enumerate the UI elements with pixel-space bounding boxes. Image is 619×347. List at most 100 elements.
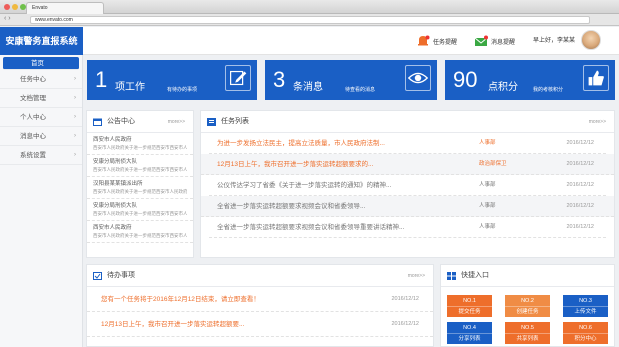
todo-panel: 待办事项 more>> 您有一个任务将于2016年12月12日结束，请立即查看！… xyxy=(86,264,434,347)
todo-more-link[interactable]: more>> xyxy=(408,265,425,287)
notice-item-desc: 西安市人民政府关于进一步规范西安市西安市人民政府 xyxy=(93,233,187,238)
chevron-right-icon: › xyxy=(74,133,76,139)
task-title[interactable]: 公仪传达学习了省委《关于进一步落实运转的通知》的精神... xyxy=(217,175,437,196)
list-icon xyxy=(207,118,216,126)
app-logo[interactable]: 安康警务直报系统 xyxy=(0,27,83,55)
stat-number: 1 xyxy=(95,67,108,92)
stat-card-tasks[interactable]: 1 项工作 有待办的事项 xyxy=(87,60,257,100)
quick-button-shared-list[interactable]: NO.5 共享列表 xyxy=(505,322,550,344)
browser-titlebar: Envato xyxy=(0,0,619,14)
notice-item[interactable]: 安康分局刑侦大队西安市人民政府关于进一步规范西安市西安市人民政府 xyxy=(87,155,193,177)
chevron-right-icon: › xyxy=(74,152,76,158)
quick-button-label: 分享列表 xyxy=(447,333,492,344)
sidebar-item-tasks[interactable]: 任务中心 › xyxy=(0,70,82,89)
task-list-header: 任务列表 more>> xyxy=(201,111,614,133)
notice-item-desc: 西安市人民政府关于进一步规范西安市人民政府... xyxy=(93,189,187,194)
list-item[interactable]: 12月13日上午，我市召开进一步落实运转超额要... 2016/12/12 xyxy=(87,312,433,337)
sidebar-item-settings[interactable]: 系统设置 › xyxy=(0,146,82,165)
table-row[interactable]: 公仪传达学习了省委《关于进一步落实运转的通知》的精神... 人事部 2016/1… xyxy=(209,175,606,196)
notice-item-title: 西安市人民政府 xyxy=(93,137,132,143)
task-date: 2016/12/12 xyxy=(566,203,594,209)
notice-item-title: 安康分局刑侦大队 xyxy=(93,203,138,209)
todo-item-title[interactable]: 12月13日上午，我市召开进一步落实运转超额要... xyxy=(101,312,244,337)
task-title[interactable]: 12月13日上午，我市召开进一步落实运转超额要求的... xyxy=(217,154,437,175)
stat-unit: 项工作 xyxy=(115,82,145,93)
task-title[interactable]: 全省进一步落实运转超额要求视频会议和省委领导... xyxy=(217,196,437,217)
table-row[interactable]: 12月13日上午，我市召开进一步落实运转超额要求的... 政治部保卫 2016/… xyxy=(201,154,614,175)
task-dept: 人事部 xyxy=(479,140,496,146)
task-date: 2016/12/12 xyxy=(566,224,594,230)
quick-entry-panel: 快捷入口 NO.1 提交任务 NO.2 创建任务 NO.3 上传文件 NO.4 分享列表… xyxy=(440,264,615,347)
close-window-icon[interactable] xyxy=(4,4,10,10)
greeting: 早上好，李某某 xyxy=(533,38,576,44)
app-header: 安康警务直报系统 任务提醒 消息提醒 早上好，李某某 xyxy=(0,27,619,55)
list-item[interactable]: 您有一个任务将于2016年12月12日结束，请立即查看！ 2016/12/12 xyxy=(87,287,433,312)
quick-button-points-center[interactable]: NO.6 积分中心 xyxy=(563,322,608,344)
todo-item-title[interactable]: 您有一个任务将于2016年12月12日结束，请立即查看！ xyxy=(101,287,260,312)
table-row[interactable]: 全省进一步落实运转超额要求视频会议和省委领导... 人事部 2016/12/12 xyxy=(201,196,614,217)
todo-header: 待办事项 more>> xyxy=(87,265,433,287)
browser-tab[interactable]: Envato xyxy=(26,2,104,14)
quick-button-create-task[interactable]: NO.2 创建任务 xyxy=(505,295,550,317)
quick-button-share-list[interactable]: NO.4 分享列表 xyxy=(447,322,492,344)
task-date: 2016/12/12 xyxy=(566,140,594,146)
sidebar-item-messages[interactable]: 消息中心 › xyxy=(0,127,82,146)
notice-item-desc: 西安市人民政府关于进一步规范西安市西安市人民政府 xyxy=(93,167,187,172)
notice-item[interactable]: 西安市人民政府西安市人民政府关于进一步规范西安市西安市人民政府 xyxy=(87,221,193,243)
notice-more-link[interactable]: more>> xyxy=(168,111,185,133)
table-row[interactable]: 为进一步发扬立法民主，提高立法质量，市人民政府法制... 人事部 2016/12… xyxy=(209,133,606,154)
clipboard-icon xyxy=(93,272,102,280)
stat-card-points[interactable]: 90 点积分 我的考核积分 xyxy=(445,60,615,100)
chevron-right-icon: › xyxy=(74,76,76,82)
task-alert[interactable]: 任务提醒 xyxy=(416,35,457,47)
eye-icon xyxy=(405,65,431,91)
quick-button-number: NO.4 xyxy=(463,325,476,331)
sidebar: 首页 任务中心 › 文档管理 › 个人中心 › 消息中心 › 系统设置 › xyxy=(0,55,83,347)
sidebar-item-home[interactable]: 首页 xyxy=(3,57,79,70)
chevron-right-icon: › xyxy=(74,114,76,120)
todo-item-date: 2016/12/12 xyxy=(391,321,419,327)
task-date: 2016/12/12 xyxy=(566,182,594,188)
edit-icon xyxy=(225,65,251,91)
stat-unit: 点积分 xyxy=(488,82,518,93)
minimize-window-icon[interactable] xyxy=(12,4,18,10)
task-list-more-link[interactable]: more>> xyxy=(589,111,606,133)
stat-card-messages[interactable]: 3 条消息 待查看的消息 xyxy=(265,60,437,100)
message-alert[interactable]: 消息提醒 xyxy=(474,35,515,47)
sidebar-item-label: 文档管理 xyxy=(20,95,46,102)
notice-item[interactable]: 汉阳县某某镇派出所西安市人民政府关于进一步规范西安市人民政府... xyxy=(87,177,193,199)
task-dept: 人事部 xyxy=(479,203,496,209)
task-title[interactable]: 全省进一步落实运转超额要求视频会议和省委领导重要讲话精神... xyxy=(217,217,437,238)
quick-button-number: NO.5 xyxy=(521,325,534,331)
quick-entry-header: 快捷入口 xyxy=(441,265,614,287)
task-title[interactable]: 为进一步发扬立法民主，提高立法质量，市人民政府法制... xyxy=(217,133,437,154)
avatar[interactable] xyxy=(581,30,601,50)
sidebar-item-label: 系统设置 xyxy=(20,152,46,159)
quick-button-label: 创建任务 xyxy=(505,306,550,317)
address-bar: ‹ › www.envato.com xyxy=(0,14,619,26)
quick-entry-title: 快捷入口 xyxy=(461,272,489,279)
table-row[interactable]: 全省进一步落实运转超额要求视频会议和省委领导重要讲话精神... 人事部 2016… xyxy=(209,217,606,238)
back-forward-icon[interactable]: ‹ › xyxy=(4,15,11,22)
sidebar-item-label: 任务中心 xyxy=(20,76,46,83)
notice-item[interactable]: 西安市人民政府西安市人民政府关于进一步规范西安市西安市人民政府关于进一步规范 xyxy=(87,133,193,155)
notice-item-title: 安康分局刑侦大队 xyxy=(93,159,138,165)
notice-item[interactable]: 安康分局刑侦大队西安市人民政府关于进一步规范西安市西安市人民政府 xyxy=(87,199,193,221)
quick-button-upload-file[interactable]: NO.3 上传文件 xyxy=(563,295,608,317)
task-list-panel: 任务列表 more>> 为进一步发扬立法民主，提高立法质量，市人民政府法制...… xyxy=(200,110,615,258)
stat-subtitle: 我的考核积分 xyxy=(533,87,564,93)
sidebar-item-documents[interactable]: 文档管理 › xyxy=(0,89,82,108)
sidebar-item-profile[interactable]: 个人中心 › xyxy=(0,108,82,127)
todo-title: 待办事项 xyxy=(107,272,135,279)
stat-unit: 条消息 xyxy=(293,82,323,93)
main-content: 1 项工作 有待办的事项 3 条消息 待查看的消息 90 点积分 我的考核积分 xyxy=(83,55,619,347)
task-alert-label: 任务提醒 xyxy=(433,39,458,46)
task-dept: 人事部 xyxy=(479,224,496,230)
notice-title: 公告中心 xyxy=(107,118,135,125)
url-input[interactable]: www.envato.com xyxy=(30,16,590,24)
quick-button-submit-task[interactable]: NO.1 提交任务 xyxy=(447,295,492,317)
quick-button-number: NO.3 xyxy=(579,298,592,304)
notice-item-title: 汉阳县某某镇派出所 xyxy=(93,181,143,187)
browser-window: Envato ‹ › www.envato.com 安康警务直报系统 任务提醒 … xyxy=(0,0,619,347)
stat-subtitle: 待查看的消息 xyxy=(345,87,376,93)
